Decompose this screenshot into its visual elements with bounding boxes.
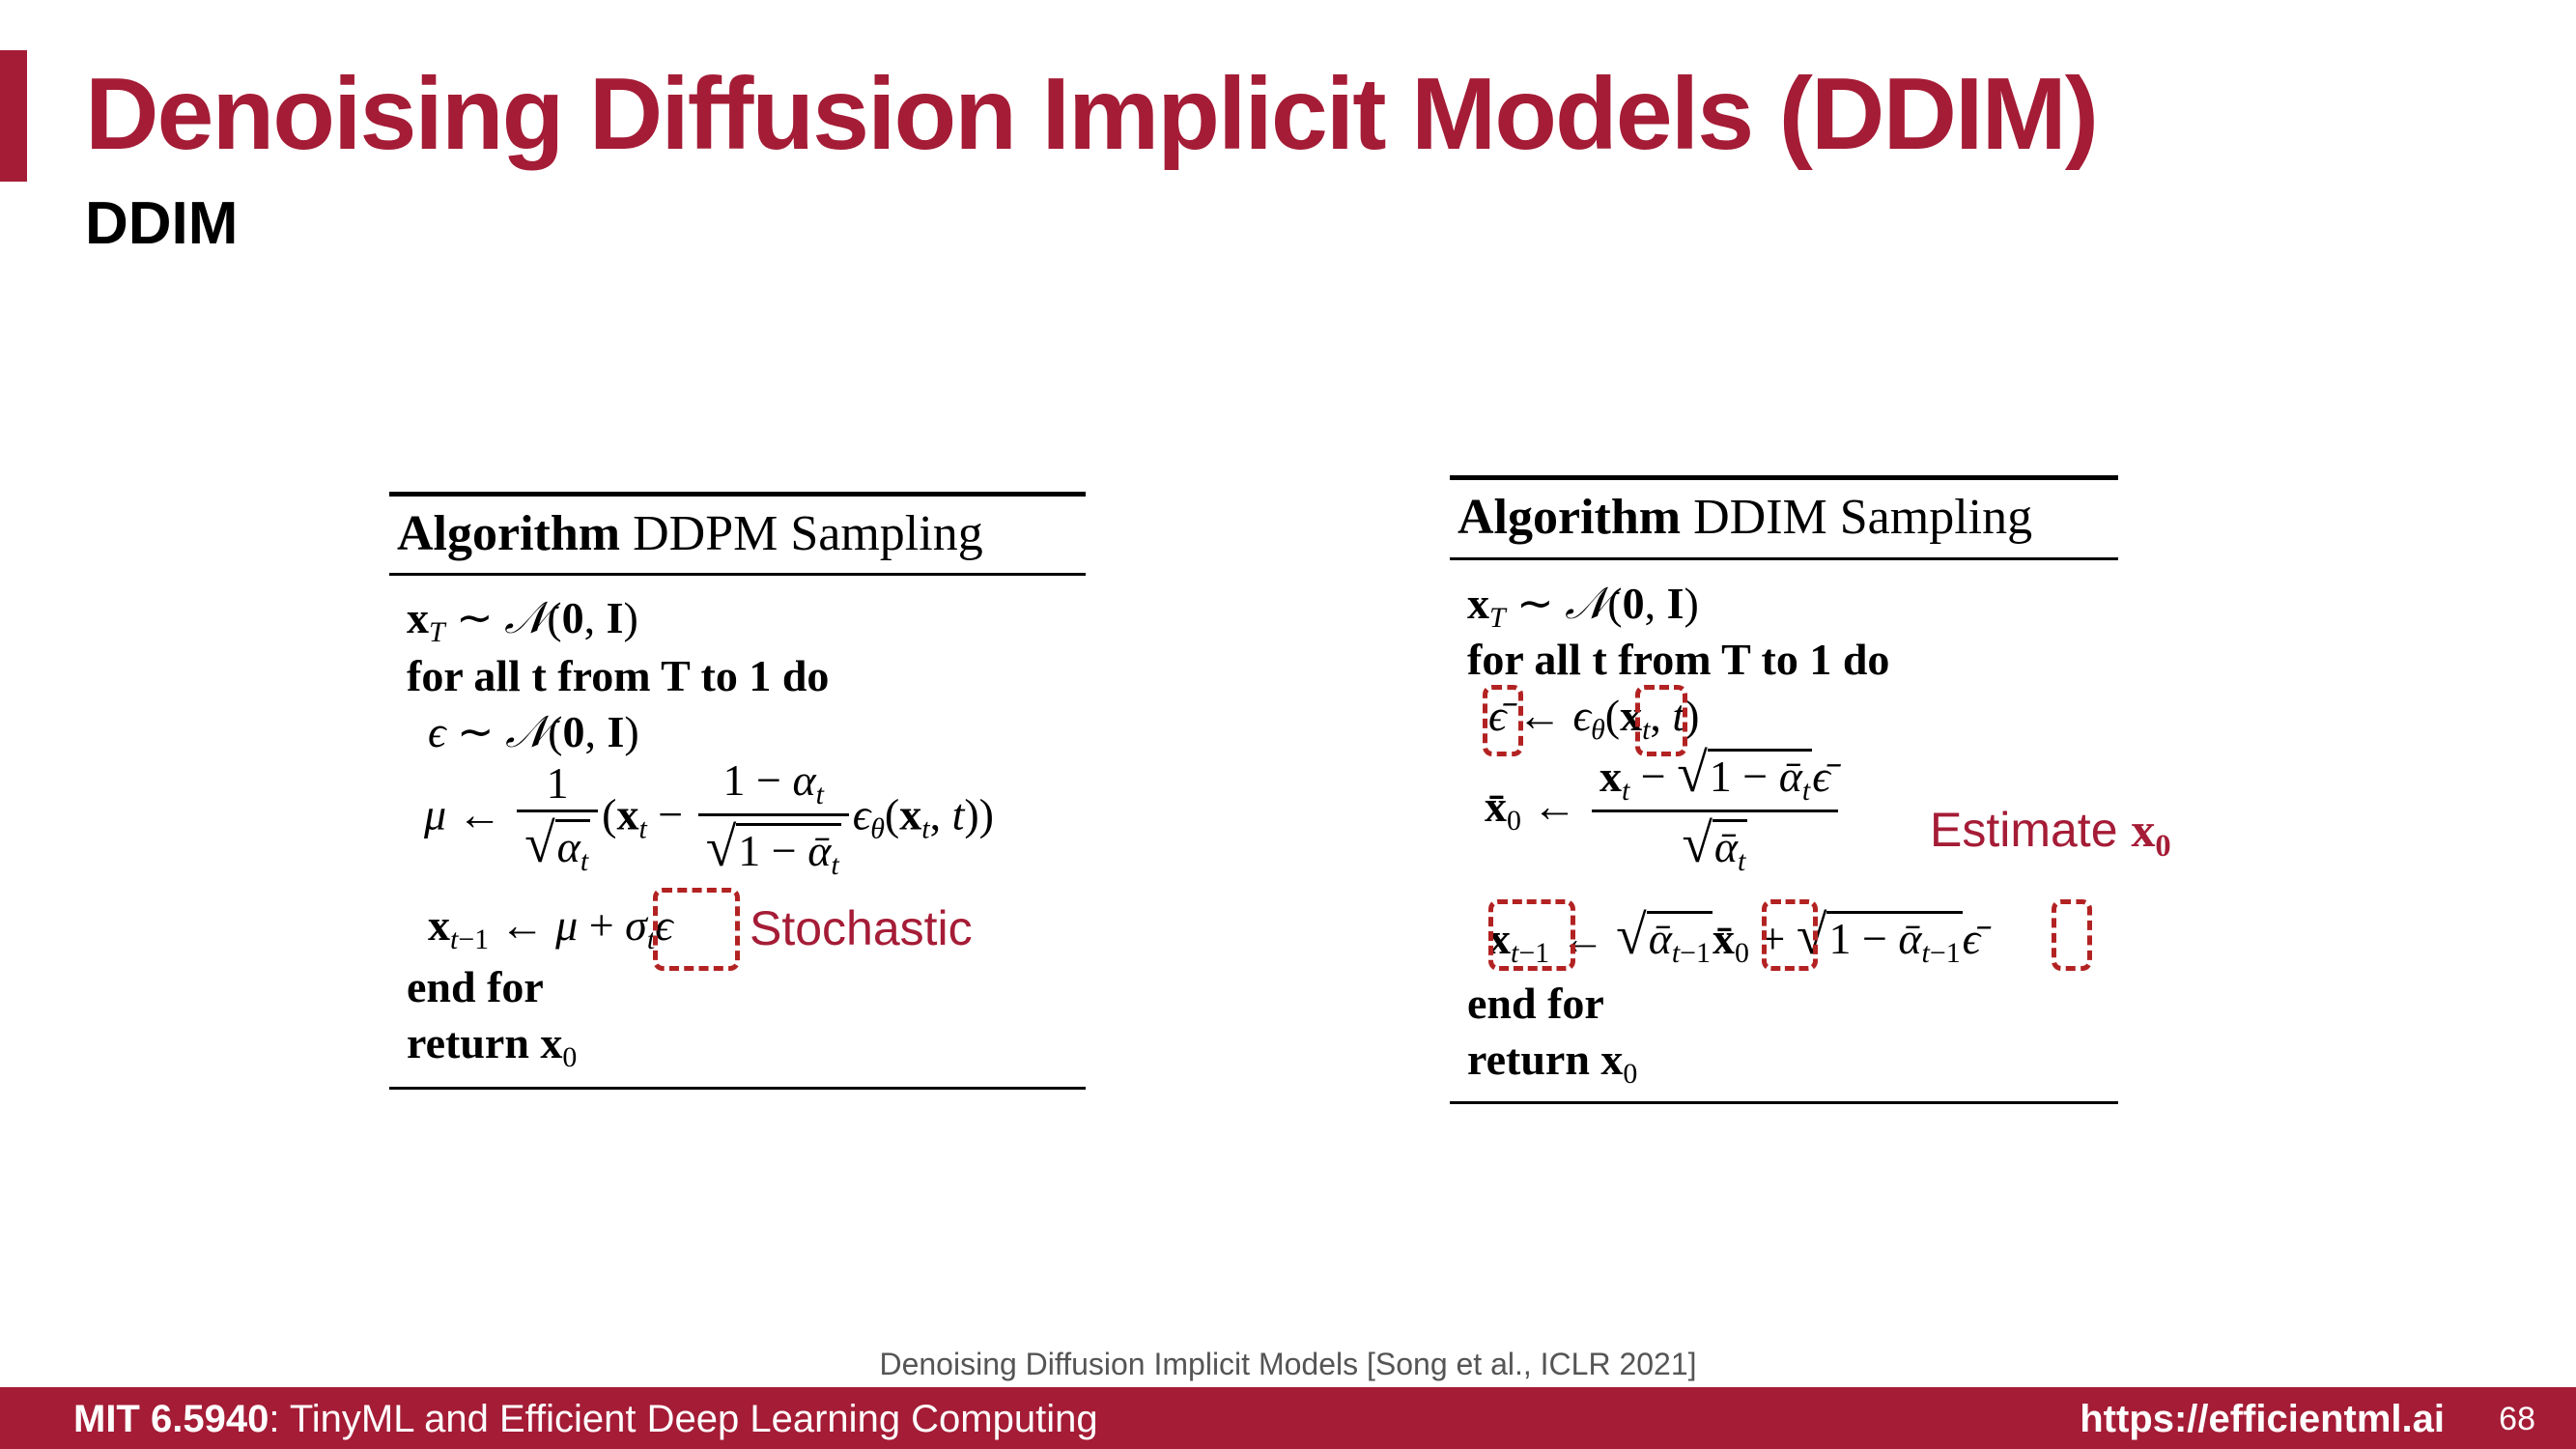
ddpm-line-mu: μ ← 1 √αt (xt − 1 − αt √1 − ᾱt ϵθ(xt, t)) [424,755,994,881]
ddpm-header-title: DDPM Sampling [633,506,983,561]
ddim-estimate-note: Estimate x0 [1930,803,2171,864]
ddpm-line-update: xt−1 ← μ + σtϵ [428,900,673,955]
ddim-bottom-rule [1450,1101,2118,1104]
citation: Denoising Diffusion Implicit Models [Son… [879,1347,1697,1381]
ddim-xt-highlight [1635,685,1687,756]
footer-bar: MIT 6.5940: TinyML and Efficient Deep Le… [0,1387,2576,1449]
ddpm-header: Algorithm DDPM Sampling [397,505,983,562]
ddpm-line-eps: ϵ ∼ 𝒩(0, I) [428,707,639,756]
ddim-header: Algorithm DDIM Sampling [1458,489,2032,546]
footer-course-code: MIT 6.5940 [73,1398,269,1440]
ddim-header-bold: Algorithm [1458,490,1682,545]
ddim-eps2-highlight [2052,899,2092,971]
ddim-algorithm-box: Algorithm DDIM Sampling xT ∼ 𝒩(0, I) for… [1450,475,2118,1105]
ddim-line-return: return x0 [1467,1035,1638,1090]
footer-course: MIT 6.5940: TinyML and Efficient Deep Le… [73,1398,1098,1441]
ddpm-line-return: return x0 [407,1018,578,1073]
footer-url-link[interactable]: https://efficientml.ai [2080,1398,2445,1441]
ddim-line-for: for all t from T to 1 do [1467,635,1890,684]
ddim-header-title: DDIM Sampling [1693,490,2033,545]
page-number: 68 [2499,1401,2535,1437]
ddim-xt1-highlight [1488,899,1575,971]
ddpm-line-endfor: end for [407,962,544,1011]
accent-bar [0,50,27,182]
ddpm-bottom-rule [389,1087,1086,1090]
ddpm-stochastic-note: Stochastic [750,901,973,955]
ddim-eps-highlight [1483,685,1523,756]
ddim-x0-highlight [1762,899,1818,971]
footer-course-title: : TinyML and Efficient Deep Learning Com… [269,1398,1098,1440]
ddpm-header-bold: Algorithm [397,506,621,561]
ddim-line-init: xT ∼ 𝒩(0, I) [1467,579,1699,634]
ddim-line-endfor: end for [1467,979,1604,1028]
ddpm-top-rule [389,492,1086,497]
ddpm-mid-rule [389,573,1086,576]
slide-subtitle: DDIM [85,190,239,257]
ddpm-algorithm-box: Algorithm DDPM Sampling xT ∼ 𝒩(0, I) for… [389,492,1086,1091]
slide-title: Denoising Diffusion Implicit Models (DDI… [85,57,2099,171]
ddpm-line-for: for all t from T to 1 do [407,651,830,700]
ddim-line-x0: x̄0 ← xt − √1 − ᾱtϵ̄ √ᾱt [1485,746,1842,876]
ddpm-noise-highlight [653,888,740,971]
ddim-mid-rule [1450,557,2118,560]
ddim-estimate-label: Estimate [1930,803,2118,857]
ddpm-line-init: xT ∼ 𝒩(0, I) [407,593,638,648]
ddim-top-rule [1450,475,2118,480]
